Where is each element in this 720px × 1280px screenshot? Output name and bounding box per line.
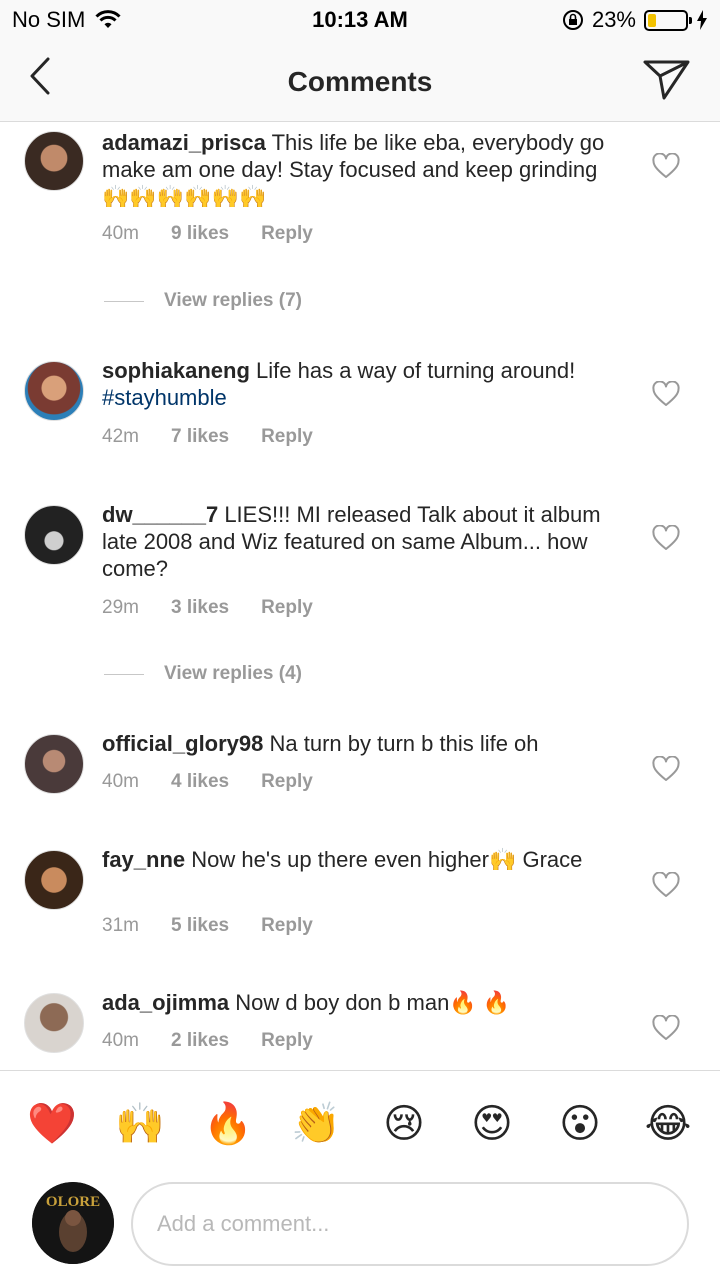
emoji-surprised-face[interactable]: 😮	[555, 1099, 605, 1149]
nav-bar: Comments	[0, 40, 720, 122]
avatar[interactable]	[24, 131, 84, 191]
comment-content: Na turn by turn b this life oh	[263, 731, 539, 756]
comment-likes[interactable]: 9 likes	[171, 223, 229, 245]
comments-list[interactable]: adamazi_prisca This life be like eba, ev…	[0, 123, 720, 1070]
avatar[interactable]	[24, 361, 84, 421]
view-replies-button[interactable]: View replies (4)	[104, 663, 302, 685]
carrier-label: No SIM	[12, 7, 86, 32]
comment-text: ada_ojimma Now d boy don b man🔥 🔥	[102, 989, 622, 1016]
comment-text: dw______7 LIES!!! MI released Talk about…	[102, 501, 622, 582]
divider-line	[104, 673, 144, 675]
comment-content: Now he's up there even higher🙌 Grace	[185, 847, 583, 872]
emoji-crying-face[interactable]: 😢	[379, 1099, 429, 1149]
comment-username[interactable]: adamazi_prisca	[102, 130, 266, 155]
emoji-heart-eyes[interactable]: 😍	[467, 1099, 517, 1149]
reply-button[interactable]: Reply	[261, 771, 313, 793]
reply-button[interactable]: Reply	[261, 597, 313, 619]
comment-username[interactable]: dw______7	[102, 502, 218, 527]
avatar[interactable]	[24, 734, 84, 794]
chevron-left-icon	[30, 57, 50, 95]
comment-meta: 40m 4 likes Reply	[102, 771, 313, 793]
status-bar: No SIM 10:13 AM 23%	[0, 0, 720, 40]
emoji-bar: ❤️ 🙌 🔥 👏 😢 😍 😮 😂	[0, 1070, 720, 1176]
rotation-lock-icon	[562, 10, 583, 30]
page-title: Comments	[287, 66, 433, 97]
heart-icon[interactable]	[652, 872, 680, 898]
comment-input[interactable]	[131, 1182, 689, 1266]
comment-username[interactable]: ada_ojimma	[102, 990, 229, 1015]
charging-bolt-icon	[697, 10, 707, 30]
composer-avatar[interactable]: OLORE	[32, 1182, 114, 1264]
comment-username[interactable]: official_glory98	[102, 731, 263, 756]
hashtag-link[interactable]: #stayhumble	[102, 385, 227, 410]
comment-likes[interactable]: 3 likes	[171, 597, 229, 619]
paper-plane-icon	[643, 60, 690, 100]
comment-meta: 40m 2 likes Reply	[102, 1030, 313, 1052]
comment-content: Now d boy don b man🔥 🔥	[229, 990, 511, 1015]
reply-button[interactable]: Reply	[261, 426, 313, 448]
emoji-heart[interactable]: ❤️	[27, 1099, 77, 1149]
emoji-fire[interactable]: 🔥	[203, 1099, 253, 1149]
heart-icon[interactable]	[652, 381, 680, 407]
comment-time: 40m	[102, 771, 139, 792]
reply-button[interactable]: Reply	[261, 223, 313, 245]
comment-likes[interactable]: 4 likes	[171, 771, 229, 793]
comment-content: Life has a way of turning around!	[249, 358, 576, 383]
reply-button[interactable]: Reply	[261, 915, 313, 937]
view-replies-button[interactable]: View replies (7)	[104, 290, 302, 312]
comment-text: official_glory98 Na turn by turn b this …	[102, 730, 622, 757]
comment-text: adamazi_prisca This life be like eba, ev…	[102, 129, 622, 210]
comment-text: sophiakaneng Life has a way of turning a…	[102, 357, 622, 411]
comment-time: 42m	[102, 426, 139, 447]
heart-icon[interactable]	[652, 1015, 680, 1041]
reply-button[interactable]: Reply	[261, 1030, 313, 1052]
profile-logo-icon: OLORE	[32, 1182, 114, 1264]
avatar-logo-text: OLORE	[46, 1194, 100, 1210]
comment-time: 31m	[102, 915, 139, 936]
emoji-clapping-hands[interactable]: 👏	[291, 1099, 341, 1149]
comment-time: 40m	[102, 1030, 139, 1051]
comment-username[interactable]: fay_nne	[102, 847, 185, 872]
status-left: No SIM	[12, 7, 121, 33]
avatar[interactable]	[24, 993, 84, 1053]
share-button[interactable]	[642, 56, 692, 102]
battery-percent: 23%	[591, 7, 636, 32]
comment-time: 40m	[102, 223, 139, 244]
heart-icon[interactable]	[652, 756, 680, 782]
back-button[interactable]	[20, 56, 60, 96]
view-replies-label: View replies (7)	[164, 290, 302, 311]
comment-username[interactable]: sophiakaneng	[102, 358, 250, 383]
view-replies-label: View replies (4)	[164, 663, 302, 684]
avatar[interactable]	[24, 505, 84, 565]
comment-meta: 31m 5 likes Reply	[102, 915, 313, 937]
comment-meta: 40m 9 likes Reply	[102, 223, 313, 245]
divider-line	[104, 300, 144, 302]
comment-likes[interactable]: 7 likes	[171, 426, 229, 448]
comment-time: 29m	[102, 597, 139, 618]
status-right: 23%	[562, 7, 708, 33]
heart-icon[interactable]	[652, 525, 680, 551]
emoji-raised-hands[interactable]: 🙌	[115, 1099, 165, 1149]
wifi-icon	[95, 10, 121, 28]
comment-likes[interactable]: 5 likes	[171, 915, 229, 937]
avatar[interactable]	[24, 850, 84, 910]
emoji-tears-of-joy[interactable]: 😂	[643, 1099, 693, 1149]
comment-meta: 42m 7 likes Reply	[102, 426, 313, 448]
battery-icon	[644, 9, 692, 31]
comment-text: fay_nne Now he's up there even higher🙌 G…	[102, 846, 622, 873]
battery-level	[648, 13, 657, 27]
comment-likes[interactable]: 2 likes	[171, 1030, 229, 1052]
heart-icon[interactable]	[652, 153, 680, 179]
comment-meta: 29m 3 likes Reply	[102, 597, 313, 619]
